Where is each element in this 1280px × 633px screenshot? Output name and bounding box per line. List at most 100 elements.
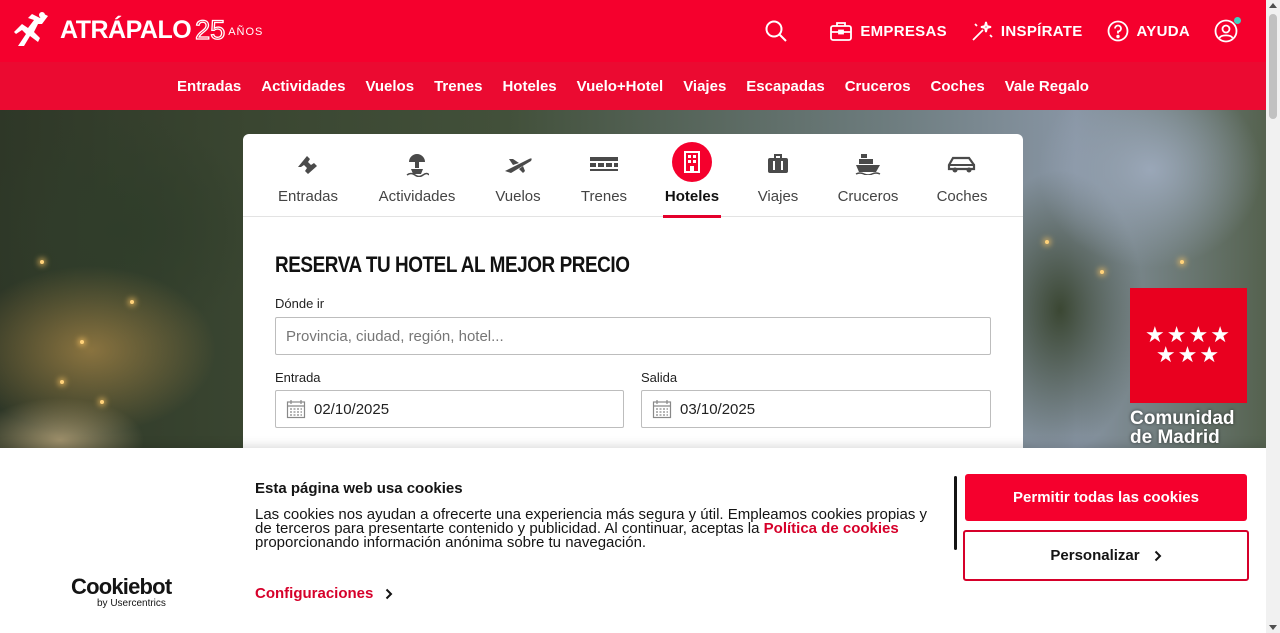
- chevron-right-icon: [1154, 550, 1162, 561]
- tab-label: Hoteles: [664, 188, 720, 205]
- tab-label: Vuelos: [495, 188, 541, 205]
- notification-dot: [1234, 17, 1241, 24]
- tab-label: Coches: [936, 188, 988, 205]
- destination-label: Dónde ir: [275, 296, 325, 311]
- light-dot: [1045, 240, 1049, 244]
- briefcase-icon: [830, 22, 853, 41]
- ayuda-link[interactable]: AYUDA: [1107, 20, 1190, 42]
- logo-runner-icon: [14, 12, 48, 46]
- checkout-date-input[interactable]: 03/10/2025: [641, 390, 991, 428]
- inspirate-label: INSPÍRATE: [1000, 22, 1083, 40]
- cookie-description: Las cookies nos ayudan a ofrecerte una e…: [255, 507, 945, 551]
- checkout-value: 03/10/2025: [680, 400, 756, 418]
- tab-actividades[interactable]: Actividades: [376, 134, 458, 217]
- header-actions: EMPRESAS INSPÍRATE AYUDA: [764, 0, 1246, 62]
- anniversary-word: AÑOS: [228, 26, 264, 38]
- scrollbar-thumb[interactable]: [1269, 14, 1277, 119]
- light-dot: [80, 340, 84, 344]
- destination-input[interactable]: Provincia, ciudad, región, hotel...: [275, 317, 991, 355]
- cookie-banner: Cookiebot by Usercentrics Esta página we…: [0, 448, 1266, 633]
- nav-item-vale-regalo[interactable]: Vale Regalo: [1005, 78, 1089, 95]
- anniversary-number: 25: [195, 14, 226, 45]
- empresas-label: EMPRESAS: [860, 22, 947, 40]
- tab-entradas[interactable]: Entradas: [278, 134, 338, 217]
- checkout-label: Salida: [641, 370, 678, 385]
- nav-item-coches[interactable]: Coches: [931, 78, 985, 95]
- calendar-icon: [286, 400, 306, 419]
- checkin-date-input[interactable]: 02/10/2025: [275, 390, 624, 428]
- light-dot: [40, 260, 44, 264]
- brand-name: ATRÁPALO: [60, 15, 192, 44]
- luggage-icon: [767, 150, 789, 178]
- empresas-link[interactable]: EMPRESAS: [830, 21, 947, 41]
- cookie-policy-link[interactable]: Política de cookies: [764, 520, 899, 537]
- customize-cookies-button[interactable]: Personalizar: [963, 530, 1249, 581]
- allow-all-cookies-button[interactable]: Permitir todas las cookies: [965, 474, 1247, 521]
- active-tab-indicator: [663, 215, 721, 218]
- cookiebot-subtitle: by Usercentrics: [97, 598, 166, 609]
- stars-icon: ★★★★ ★★★: [1145, 322, 1232, 368]
- cookiebot-wordmark: Cookiebot: [71, 574, 172, 599]
- nav-item-cruceros[interactable]: Cruceros: [845, 78, 911, 95]
- destination-placeholder: Provincia, ciudad, región, hotel...: [286, 327, 504, 345]
- tab-label: Trenes: [580, 188, 628, 205]
- activity-icon: [405, 150, 429, 178]
- top-bar: ATRÁPALO 25 AÑOS EMPRESAS INSPÍRATE AYUD…: [0, 0, 1266, 62]
- brand-logo[interactable]: ATRÁPALO 25 AÑOS: [12, 12, 263, 48]
- light-dot: [130, 300, 134, 304]
- madrid-flag: ★★★★ ★★★: [1130, 288, 1247, 403]
- sparkle-icon: [972, 21, 993, 41]
- tab-trenes[interactable]: Trenes: [578, 134, 630, 217]
- cookie-settings-label: Configuraciones: [255, 585, 374, 602]
- cookie-text-end: proporcionando información anónima sobre…: [255, 534, 647, 551]
- scroll-down-icon[interactable]: [1269, 625, 1277, 630]
- tab-coches[interactable]: Coches: [937, 134, 987, 217]
- search-title: RESERVA TU HOTEL AL MEJOR PRECIO: [275, 252, 630, 277]
- nav-item-vuelo-hotel[interactable]: Vuelo+Hotel: [577, 78, 664, 95]
- tab-cruceros[interactable]: Cruceros: [836, 134, 900, 217]
- plane-icon: [503, 150, 533, 178]
- hotel-icon: [672, 142, 712, 182]
- product-tabs: Entradas Actividades Vuelos Trenes Hotel…: [243, 134, 1023, 218]
- comunidad-madrid-logo[interactable]: ★★★★ ★★★ Comunidad de Madrid: [1130, 288, 1248, 447]
- cookiebot-logo: Cookiebot by Usercentrics: [71, 574, 181, 610]
- ayuda-label: AYUDA: [1136, 22, 1190, 40]
- cookie-settings-link[interactable]: Configuraciones: [255, 585, 393, 602]
- chevron-right-icon: [386, 588, 393, 599]
- light-dot: [1100, 270, 1104, 274]
- light-dot: [100, 400, 104, 404]
- tab-label: Entradas: [277, 188, 339, 205]
- banner-divider: [954, 476, 957, 550]
- allow-all-label: Permitir todas las cookies: [1013, 489, 1199, 506]
- tab-label: Viajes: [757, 188, 799, 205]
- inspirate-link[interactable]: INSPÍRATE: [971, 20, 1083, 42]
- nav-item-actividades[interactable]: Actividades: [261, 78, 345, 95]
- checkin-label: Entrada: [275, 370, 321, 385]
- nav-item-escapadas[interactable]: Escapadas: [746, 78, 824, 95]
- nav-item-viajes[interactable]: Viajes: [683, 78, 726, 95]
- hotel-search-card: Entradas Actividades Vuelos Trenes Hotel…: [243, 134, 1023, 464]
- nav-item-hoteles[interactable]: Hoteles: [502, 78, 556, 95]
- ticket-icon: [295, 150, 321, 178]
- tab-viajes[interactable]: Viajes: [756, 134, 800, 217]
- tab-label: Cruceros: [837, 188, 899, 205]
- search-button[interactable]: [764, 19, 796, 43]
- customize-label: Personalizar: [1050, 547, 1140, 564]
- nav-item-entradas[interactable]: Entradas: [177, 78, 241, 95]
- nav-item-vuelos[interactable]: Vuelos: [365, 78, 414, 95]
- user-account-button[interactable]: [1214, 19, 1246, 43]
- ship-icon: [855, 150, 881, 178]
- car-icon: [947, 150, 977, 178]
- madrid-name-line2: de Madrid: [1130, 427, 1220, 448]
- search-icon: [765, 20, 788, 42]
- light-dot: [60, 380, 64, 384]
- tab-hoteles[interactable]: Hoteles: [663, 134, 721, 218]
- light-dot: [1180, 260, 1184, 264]
- tab-vuelos[interactable]: Vuelos: [493, 134, 543, 217]
- calendar-icon: [652, 400, 672, 419]
- nav-item-trenes[interactable]: Trenes: [434, 78, 482, 95]
- main-nav: Entradas Actividades Vuelos Trenes Hotel…: [0, 62, 1266, 110]
- page-scrollbar[interactable]: [1266, 0, 1280, 633]
- scroll-up-icon[interactable]: [1269, 3, 1277, 8]
- madrid-name-line1: Comunidad: [1130, 408, 1235, 429]
